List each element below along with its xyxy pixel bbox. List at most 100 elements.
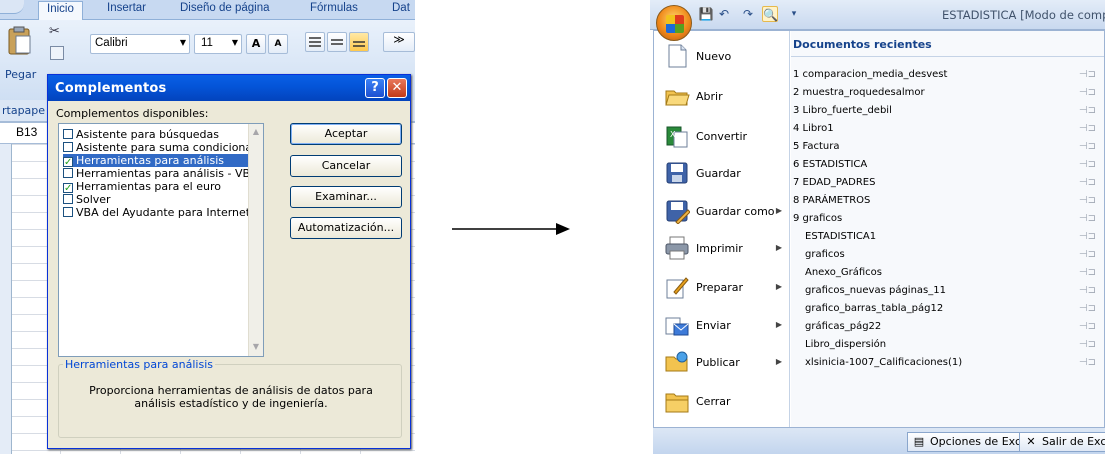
paste-icon[interactable] (6, 26, 34, 56)
addin-item[interactable]: Asistente para búsquedas (63, 128, 219, 141)
scroll-up-icon[interactable]: ▲ (251, 127, 261, 136)
orientation-button[interactable]: ≫ (383, 32, 415, 52)
checkbox-icon[interactable] (63, 129, 73, 139)
copy-icon[interactable] (50, 46, 64, 60)
scroll-down-icon[interactable]: ▼ (251, 342, 261, 351)
recent-document-item[interactable]: 9 graficos ⊣⊐ (791, 210, 1104, 228)
recent-document-item[interactable]: 3 Libro_fuerte_debil ⊣⊐ (791, 102, 1104, 120)
align-middle-button[interactable] (327, 32, 347, 52)
tab-datos[interactable]: Dat (392, 2, 410, 20)
addin-item[interactable]: Asistente para suma condicional (63, 141, 255, 154)
recent-document-item[interactable]: grafico_barras_tabla_pág12 ⊣⊐ (791, 300, 1104, 318)
shrink-font-button[interactable]: A (268, 34, 288, 54)
print-preview-icon[interactable]: 🔍 (762, 6, 778, 22)
office-button-edge[interactable] (0, 0, 24, 14)
menu-item-convertir[interactable]: X Convertir (658, 119, 786, 155)
addin-item[interactable]: Herramientas para análisis - VBA (63, 167, 258, 180)
pin-icon[interactable]: ⊣⊐ (1079, 102, 1096, 120)
pin-icon[interactable]: ⊣⊐ (1079, 282, 1096, 300)
tab-inicio[interactable]: Inicio (38, 1, 83, 21)
recent-document-item[interactable]: graficos_nuevas páginas_11 ⊣⊐ (791, 282, 1104, 300)
cut-icon[interactable]: ✂ (49, 24, 60, 39)
pin-icon[interactable]: ⊣⊐ (1079, 300, 1096, 318)
align-top-button[interactable] (305, 32, 325, 52)
menu-item-guardar[interactable]: Guardar (658, 156, 786, 192)
checkbox-checked-icon[interactable]: ✓ (63, 157, 73, 168)
undo-icon[interactable]: ↶ (716, 6, 732, 22)
new-document-icon (664, 43, 690, 69)
recent-document-name: ESTADISTICA1 (805, 231, 877, 242)
accept-button[interactable]: Aceptar (290, 123, 402, 145)
tab-insertar[interactable]: Insertar (107, 2, 146, 20)
pin-icon[interactable]: ⊣⊐ (1079, 228, 1096, 246)
customize-toolbar-icon[interactable]: ▾ (786, 6, 802, 22)
pin-icon[interactable]: ⊣⊐ (1079, 210, 1096, 228)
addins-list[interactable]: Asistente para búsquedas Asistente para s… (58, 123, 264, 357)
browse-button[interactable]: Examinar... (290, 186, 402, 208)
recent-document-item[interactable]: 7 EDAD_PADRES ⊣⊐ (791, 174, 1104, 192)
automation-button[interactable]: Automatización... (290, 217, 402, 239)
pin-icon[interactable]: ⊣⊐ (1079, 354, 1096, 372)
pin-icon[interactable]: ⊣⊐ (1079, 120, 1096, 138)
menu-item-nuevo[interactable]: Nuevo (658, 39, 786, 75)
grow-font-button[interactable]: A (246, 34, 266, 54)
cancel-button[interactable]: Cancelar (290, 155, 402, 177)
recent-document-item[interactable]: graficos ⊣⊐ (791, 246, 1104, 264)
addin-item[interactable]: VBA del Ayudante para Internet (63, 206, 250, 219)
recent-document-item[interactable]: Anexo_Gráficos ⊣⊐ (791, 264, 1104, 282)
checkbox-icon[interactable] (63, 194, 73, 204)
office-menu: Nuevo Abrir X Convertir Guardar Guardar como ▶… (653, 30, 1105, 428)
menu-item-preparar[interactable]: Preparar ▶ (658, 270, 786, 306)
pin-icon[interactable]: ⊣⊐ (1079, 318, 1096, 336)
menu-item-enviar[interactable]: Enviar ▶ (658, 308, 786, 344)
recent-document-item[interactable]: 1 comparacion_media_desvest ⊣⊐ (791, 66, 1104, 84)
recent-document-item[interactable]: gráficas_pág22 ⊣⊐ (791, 318, 1104, 336)
font-name-select[interactable]: Calibri ▼ (90, 34, 190, 54)
font-size-select[interactable]: 11 ▼ (194, 34, 242, 54)
menu-item-publicar[interactable]: Publicar ▶ (658, 345, 786, 381)
menu-item-guardar-como[interactable]: Guardar como ▶ (658, 194, 786, 230)
office-button[interactable] (656, 5, 692, 41)
pin-icon[interactable]: ⊣⊐ (1079, 264, 1096, 282)
pin-icon[interactable]: ⊣⊐ (1079, 138, 1096, 156)
recent-document-item[interactable]: 5 Factura ⊣⊐ (791, 138, 1104, 156)
addin-item[interactable]: ✓ Herramientas para análisis (63, 154, 261, 168)
save-icon[interactable]: 💾 (698, 6, 714, 22)
recent-document-item[interactable]: xlsinicia-1007_Calificaciones(1) ⊣⊐ (791, 354, 1104, 372)
pin-icon[interactable]: ⊣⊐ (1079, 192, 1096, 210)
list-scrollbar[interactable]: ▲ ▼ (248, 124, 263, 356)
pin-icon[interactable]: ⊣⊐ (1079, 156, 1096, 174)
checkbox-icon[interactable] (63, 168, 73, 178)
pin-icon[interactable]: ⊣⊐ (1079, 66, 1096, 84)
checkbox-icon[interactable] (63, 142, 73, 152)
pin-icon[interactable]: ⊣⊐ (1079, 174, 1096, 192)
pin-icon[interactable]: ⊣⊐ (1079, 84, 1096, 102)
pin-icon[interactable]: ⊣⊐ (1079, 246, 1096, 264)
recent-document-item[interactable]: 8 PARÁMETROS ⊣⊐ (791, 192, 1104, 210)
tab-diseno-pagina[interactable]: Diseño de página (180, 2, 270, 20)
menu-item-abrir[interactable]: Abrir (658, 79, 786, 115)
name-box[interactable]: B13 (2, 125, 47, 142)
grow-font-glyph: A (251, 37, 261, 50)
checkbox-checked-icon[interactable]: ✓ (63, 183, 73, 194)
help-button[interactable]: ? (365, 78, 385, 98)
exit-excel-button[interactable]: ✕ Salir de Excel (1019, 432, 1105, 452)
recent-document-item[interactable]: 4 Libro1 ⊣⊐ (791, 120, 1104, 138)
recent-document-item[interactable]: ESTADISTICA1 ⊣⊐ (791, 228, 1104, 246)
close-button[interactable]: ✕ (387, 78, 407, 98)
menu-item-cerrar[interactable]: Cerrar (658, 384, 786, 420)
addin-item-label: Herramientas para el euro (76, 180, 221, 193)
redo-icon[interactable]: ↷ (740, 6, 756, 22)
excel-options-button[interactable]: ▤ Opciones de Excel (907, 432, 1036, 452)
recent-document-item[interactable]: 6 ESTADISTICA ⊣⊐ (791, 156, 1104, 174)
recent-document-item[interactable]: Libro_dispersión ⊣⊐ (791, 336, 1104, 354)
pin-icon[interactable]: ⊣⊐ (1079, 336, 1096, 354)
menu-item-imprimir[interactable]: Imprimir ▶ (658, 231, 786, 267)
addin-item[interactable]: Solver (63, 193, 111, 206)
paste-label[interactable]: Pegar (5, 68, 36, 81)
tab-formulas[interactable]: Fórmulas (310, 2, 358, 20)
recent-document-item[interactable]: 2 muestra_roquedesalmor ⊣⊐ (791, 84, 1104, 102)
addin-item[interactable]: ✓ Herramientas para el euro (63, 180, 221, 194)
checkbox-icon[interactable] (63, 207, 73, 217)
align-bottom-button[interactable] (349, 32, 369, 52)
